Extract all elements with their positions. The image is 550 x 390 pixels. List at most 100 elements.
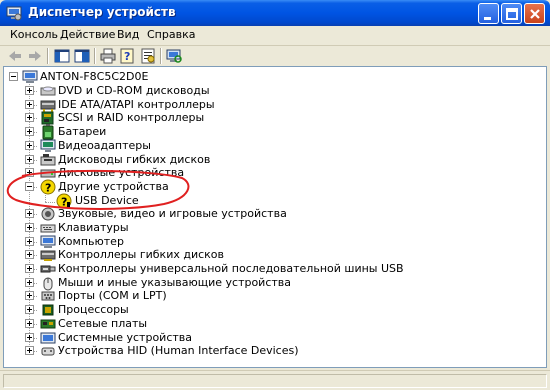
tree-item-label: Контроллеры универсальной последовательн…: [58, 262, 404, 275]
minimize-button[interactable]: [478, 3, 499, 24]
console-tree-button[interactable]: [53, 47, 71, 65]
tree-item[interactable]: Процессоры: [4, 303, 544, 317]
tree-item-label: Контроллеры гибких дисков: [58, 248, 225, 261]
collapse-toggle[interactable]: [25, 182, 34, 191]
tree-item[interactable]: Порты (COM и LPT): [4, 289, 544, 303]
expand-toggle[interactable]: [25, 209, 34, 218]
tree-item[interactable]: Звуковые, видео и игровые устройства: [4, 207, 544, 221]
tree-item-label: Системные устройства: [58, 331, 192, 344]
tree-item-label: SCSI и RAID контроллеры: [58, 111, 205, 124]
tree-item[interactable]: Контроллеры универсальной последовательн…: [4, 262, 544, 276]
toolbar: ?: [0, 46, 550, 66]
status-bar: [0, 370, 550, 390]
maximize-icon: [506, 8, 518, 20]
close-icon: [530, 9, 540, 19]
tree-item[interactable]: Батареи: [4, 124, 544, 140]
hid-device-icon: [40, 343, 56, 359]
tree-item-label: Компьютер: [58, 235, 124, 248]
expand-toggle[interactable]: [25, 319, 34, 328]
tree-root[interactable]: ANTON-F8C5C2D0E: [4, 70, 544, 84]
tree-item-label: Другие устройства: [58, 180, 169, 193]
tree-child-item[interactable]: ? USB Device: [4, 193, 544, 209]
tree-root-label: ANTON-F8C5C2D0E: [40, 70, 149, 83]
properties-icon: [141, 48, 155, 64]
expand-toggle[interactable]: [25, 264, 34, 273]
collapse-toggle[interactable]: [9, 72, 18, 81]
expand-toggle[interactable]: [25, 333, 34, 342]
window-title: Диспетчер устройств: [28, 5, 176, 19]
print-button[interactable]: [99, 47, 117, 65]
menu-view[interactable]: Вид: [115, 28, 141, 41]
expand-toggle[interactable]: [25, 127, 34, 136]
tree-item[interactable]: Мыши и иные указывающие устройства: [4, 276, 544, 291]
forward-arrow-icon: [29, 51, 41, 61]
forward-button[interactable]: [26, 47, 44, 65]
tree-child-label: USB Device: [75, 194, 139, 207]
close-button[interactable]: [524, 3, 545, 24]
tree-item[interactable]: Сетевые платы: [4, 317, 544, 331]
expand-toggle[interactable]: [25, 168, 34, 177]
expand-toggle[interactable]: [25, 155, 34, 164]
expand-toggle[interactable]: [25, 278, 34, 287]
print-icon: [100, 48, 116, 64]
tree-item[interactable]: Устройства HID (Human Interface Devices): [4, 344, 544, 358]
tree-item-label: Мыши и иные указывающие устройства: [58, 276, 292, 289]
tree-item[interactable]: ? Другие устройства: [4, 179, 544, 195]
title-bar[interactable]: Диспетчер устройств: [0, 0, 550, 26]
tree-item[interactable]: Системные устройства: [4, 331, 544, 345]
tree-item[interactable]: IDE ATA/ATAPI контроллеры: [4, 98, 544, 112]
expand-toggle[interactable]: [25, 250, 34, 259]
expand-toggle[interactable]: [25, 113, 34, 122]
tree-item-label: Устройства HID (Human Interface Devices): [58, 344, 299, 357]
menu-bar: Консоль Действие Вид Справка: [0, 26, 550, 46]
status-pane: [3, 374, 547, 388]
toolbar-separator: [47, 48, 49, 64]
expand-toggle[interactable]: [25, 346, 34, 355]
tree-item[interactable]: DVD и CD-ROM дисководы: [4, 84, 544, 98]
maximize-button[interactable]: [501, 3, 522, 24]
svg-text:?: ?: [45, 182, 51, 195]
device-manager-window: Диспетчер устройств Консоль Действие Вид…: [0, 0, 550, 390]
details-view-icon: [74, 49, 90, 63]
scan-hardware-button[interactable]: [165, 47, 183, 65]
tree-item-label: Батареи: [58, 125, 107, 138]
expand-toggle[interactable]: [25, 223, 34, 232]
expand-toggle[interactable]: [25, 305, 34, 314]
tree-item[interactable]: Видеоадаптеры: [4, 139, 544, 153]
help-button[interactable]: ?: [119, 47, 137, 65]
tree-item-label: Видеоадаптеры: [58, 139, 151, 152]
tree-item-label: Дисководы гибких дисков: [58, 153, 211, 166]
tree-item[interactable]: Компьютер: [4, 235, 544, 249]
minimize-icon: [484, 17, 491, 20]
scan-hardware-icon: [166, 49, 182, 63]
toolbar-separator: [94, 48, 96, 64]
unknown-device-icon: ?: [40, 179, 56, 195]
tree-item-label: Дисковые устройства: [58, 166, 185, 179]
device-tree[interactable]: ANTON-F8C5C2D0E DVD и CD-ROM дисководы ID…: [3, 66, 547, 368]
tree-item[interactable]: SCSI и RAID контроллеры: [4, 111, 544, 125]
tree-item[interactable]: Дисководы гибких дисков: [4, 153, 544, 167]
menu-console[interactable]: Консоль: [8, 28, 60, 41]
expand-toggle[interactable]: [25, 237, 34, 246]
expand-toggle[interactable]: [25, 141, 34, 150]
tree-item[interactable]: Контроллеры гибких дисков: [4, 248, 544, 262]
help-icon: ?: [120, 48, 134, 64]
expand-toggle[interactable]: [25, 100, 34, 109]
tree-item[interactable]: Дисковые устройства: [4, 166, 544, 180]
toolbar-separator: [160, 48, 162, 64]
device-manager-icon: [6, 5, 22, 21]
menu-action[interactable]: Действие: [58, 28, 117, 41]
properties-button[interactable]: [139, 47, 157, 65]
details-button[interactable]: [73, 47, 91, 65]
expand-toggle[interactable]: [25, 86, 34, 95]
tree-item-label: IDE ATA/ATAPI контроллеры: [58, 98, 215, 111]
tree-item[interactable]: Клавиатуры: [4, 221, 544, 235]
expand-toggle[interactable]: [25, 291, 34, 300]
tree-item-label: Процессоры: [58, 303, 129, 316]
svg-text:?: ?: [124, 50, 130, 63]
computer-icon: [22, 69, 38, 85]
tree-item-label: Клавиатуры: [58, 221, 129, 234]
back-arrow-icon: [9, 51, 21, 61]
back-button[interactable]: [6, 47, 24, 65]
menu-help[interactable]: Справка: [145, 28, 197, 41]
